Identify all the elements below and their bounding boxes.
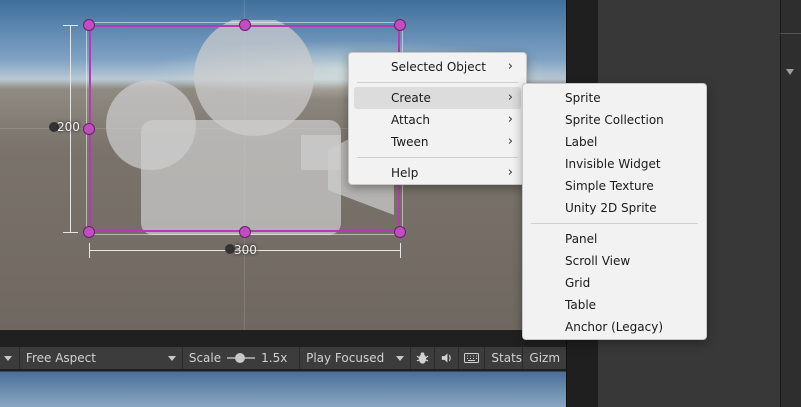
display-dropdown[interactable]: [0, 347, 20, 369]
chevron-right-icon: ›: [507, 165, 513, 180]
chevron-right-icon: ›: [507, 59, 513, 74]
width-label: 300: [234, 243, 257, 257]
resize-handle-top-left[interactable]: [83, 19, 95, 31]
submenu-item-anchor-legacy[interactable]: Anchor (Legacy): [528, 316, 701, 338]
scale-slider[interactable]: [227, 353, 256, 363]
resize-handle-left[interactable]: [83, 123, 95, 135]
submenu-item-unity-2d-sprite[interactable]: Unity 2D Sprite: [528, 197, 701, 219]
chevron-down-icon: [167, 355, 176, 361]
shortcuts-button[interactable]: [459, 347, 486, 369]
submenu-item-sprite-collection[interactable]: Sprite Collection: [528, 109, 701, 131]
create-submenu: Sprite Sprite Collection Label Invisible…: [522, 83, 707, 340]
menu-item-help[interactable]: Help ›: [354, 162, 521, 184]
menu-item-label: Selected Object: [391, 60, 486, 74]
menu-item-attach[interactable]: Attach ›: [354, 109, 521, 131]
height-label: 200: [57, 120, 80, 134]
gizmos-label: Gizm: [529, 351, 561, 365]
scale-value: 1.5x: [261, 351, 288, 365]
menu-item-label: Help: [391, 166, 419, 180]
play-mode-dropdown[interactable]: Play Focused: [300, 347, 412, 369]
submenu-item-table[interactable]: Table: [528, 294, 701, 316]
game-view-toolbar: Free Aspect Scale 1.5x Play Focused Stat…: [0, 347, 566, 369]
resize-handle-top[interactable]: [239, 19, 251, 31]
menu-item-create[interactable]: Create ›: [354, 87, 521, 109]
resize-handle-bottom[interactable]: [239, 226, 251, 238]
submenu-item-sprite[interactable]: Sprite: [528, 87, 701, 109]
chevron-right-icon: ›: [507, 90, 513, 105]
submenu-item-grid[interactable]: Grid: [528, 272, 701, 294]
mute-audio-button[interactable]: [435, 347, 460, 369]
stats-button[interactable]: Stats: [485, 347, 524, 369]
chevron-right-icon: ›: [507, 112, 513, 127]
height-dimension-cap: [63, 232, 78, 233]
menu-separator: [531, 223, 698, 224]
keyboard-icon: [464, 353, 480, 363]
play-mode-label: Play Focused: [306, 351, 385, 365]
bug-icon: [417, 352, 429, 364]
menu-item-label: Tween: [391, 135, 429, 149]
submenu-item-simple-texture[interactable]: Simple Texture: [528, 175, 701, 197]
context-menu: Selected Object › Create › Attach › Twee…: [348, 52, 527, 185]
menu-item-label: Attach: [391, 113, 430, 127]
scale-label: Scale: [188, 351, 222, 365]
speaker-icon: [442, 353, 452, 363]
gizmos-button[interactable]: Gizm: [523, 347, 566, 369]
submenu-item-scroll-view[interactable]: Scroll View: [528, 250, 701, 272]
resize-handle-bottom-right[interactable]: [394, 226, 406, 238]
aspect-label: Free Aspect: [25, 351, 96, 365]
menu-item-selected-object[interactable]: Selected Object ›: [354, 56, 521, 78]
menu-separator: [357, 82, 518, 83]
chevron-down-icon: [396, 355, 405, 361]
menu-separator: [357, 157, 518, 158]
submenu-item-label[interactable]: Label: [528, 131, 701, 153]
height-dimension-cap: [63, 25, 78, 26]
resize-handle-top-right[interactable]: [394, 19, 406, 31]
panel-divider: [0, 330, 566, 347]
debug-button[interactable]: [411, 347, 436, 369]
resize-handle-bottom-left[interactable]: [83, 226, 95, 238]
hierarchy-panel-edge: [780, 0, 801, 407]
menu-item-tween[interactable]: Tween ›: [354, 131, 521, 153]
scale-control[interactable]: Scale 1.5x: [183, 347, 301, 369]
submenu-item-panel[interactable]: Panel: [528, 228, 701, 250]
aspect-dropdown[interactable]: Free Aspect: [20, 347, 183, 369]
menu-item-label: Create: [391, 91, 431, 105]
width-dimension-cap: [400, 243, 401, 258]
panel-divider: [780, 33, 801, 34]
chevron-right-icon: ›: [507, 134, 513, 149]
width-dimension-cap: [89, 243, 90, 258]
foldout-arrow-icon[interactable]: [786, 69, 794, 75]
scale-slider-thumb[interactable]: [235, 353, 246, 363]
submenu-item-invisible-widget[interactable]: Invisible Widget: [528, 153, 701, 175]
game-view[interactable]: [0, 369, 566, 407]
chevron-down-icon: [4, 355, 12, 361]
stats-label: Stats: [491, 351, 523, 365]
